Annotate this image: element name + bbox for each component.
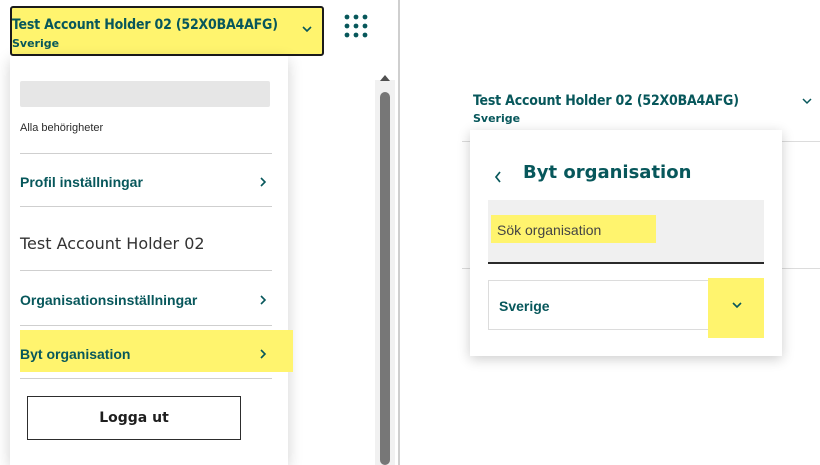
menu-item-switch-organisation[interactable]: Byt organisation — [20, 346, 130, 362]
account-name: Test Account Holder 02 (52X0BA4AFG) — [12, 17, 278, 33]
screenshot-divider — [398, 0, 400, 465]
menu-item-organisation-settings[interactable]: Organisationsinställningar — [20, 292, 197, 308]
divider — [20, 378, 272, 379]
divider — [20, 153, 272, 154]
divider — [20, 206, 272, 207]
divider — [20, 270, 272, 271]
chevron-down-icon — [302, 26, 312, 33]
account-switcher-button[interactable]: Test Account Holder 02 (52X0BA4AFG) Sver… — [10, 6, 324, 56]
account-country: Sverige — [473, 112, 521, 125]
chevron-right-icon — [260, 177, 267, 187]
apps-grid-icon[interactable] — [343, 13, 369, 39]
menu-item-profile-settings[interactable]: Profil inställningar — [20, 174, 143, 190]
scrollbar-thumb[interactable] — [380, 92, 390, 465]
logout-button[interactable]: Logga ut — [27, 396, 241, 440]
chevron-right-icon — [260, 295, 267, 305]
panel-title: Byt organisation — [523, 162, 692, 183]
divider — [20, 325, 272, 326]
permissions-label: Alla behörigheter — [20, 122, 104, 134]
organisation-name: Test Account Holder 02 — [20, 234, 205, 253]
chevron-down-icon[interactable] — [801, 95, 813, 107]
chevron-left-icon[interactable] — [493, 170, 503, 184]
chevron-right-icon — [260, 349, 267, 359]
chevron-down-icon[interactable] — [731, 299, 743, 311]
account-name[interactable]: Test Account Holder 02 (52X0BA4AFG) — [473, 93, 739, 109]
account-menu: Alla behörigheter Profil inställningar T… — [10, 56, 293, 465]
redacted-user-bar — [20, 81, 270, 107]
country-select-value: Sverige — [499, 298, 550, 314]
account-country: Sverige — [12, 37, 60, 50]
scroll-up-arrow-icon[interactable] — [380, 75, 390, 81]
search-placeholder: Sök organisation — [497, 222, 602, 238]
